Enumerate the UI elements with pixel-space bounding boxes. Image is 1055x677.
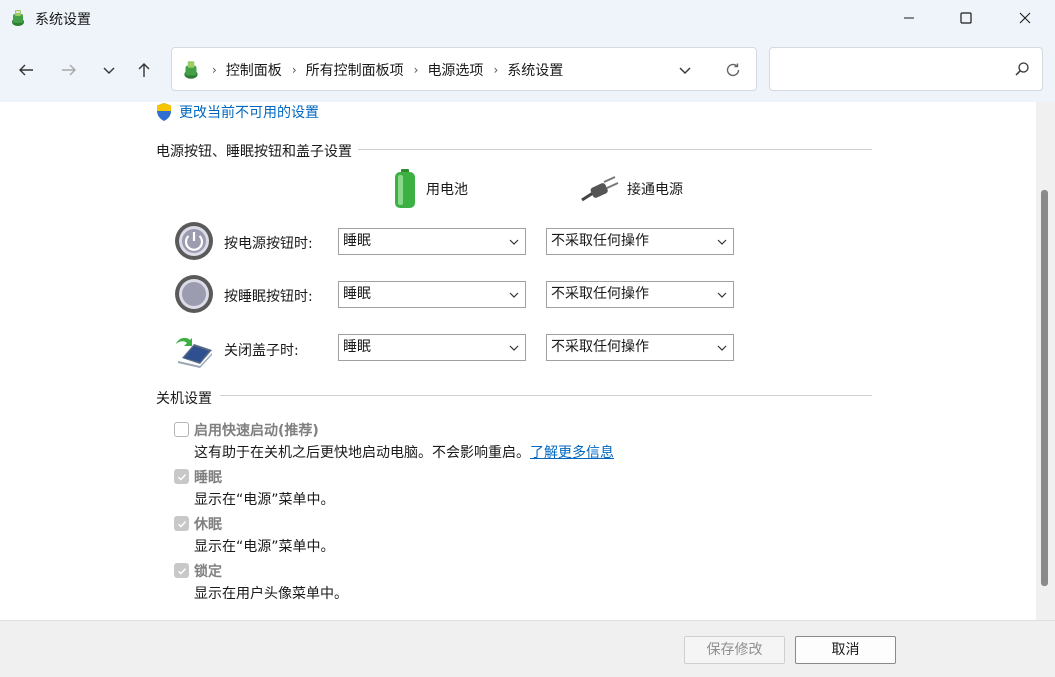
chevron-down-icon[interactable] [676,61,694,79]
breadcrumb-item[interactable]: 所有控制面板项 [306,60,404,80]
chevron-right-icon[interactable]: › [292,63,297,77]
forward-button[interactable] [57,58,81,82]
title-bar: 系统设置 [0,0,1055,36]
hibernate-checkbox[interactable] [174,516,189,531]
control-panel-icon [12,10,24,26]
plugged-in-label: 接通电源 [627,182,683,198]
fast-startup-label: 启用快速启动(推荐) [194,423,319,439]
arrow-left-icon [19,64,33,76]
select-value: 不采取任何操作 [551,339,649,355]
chevron-right-icon[interactable]: › [493,63,498,77]
chevron-down-icon [509,239,519,245]
minimize-button[interactable] [886,0,932,36]
section-divider [220,395,872,396]
change-unavailable-settings-label: 更改当前不可用的设置 [179,105,319,121]
select-value: 睡眠 [343,233,371,249]
maximize-button[interactable] [943,0,989,36]
save-changes-button[interactable]: 保存修改 [684,636,785,664]
sleep-button-plugged-select[interactable]: 不采取任何操作 [546,281,734,308]
dialog-footer: 保存修改 取消 [0,620,1055,677]
sleep-checkbox[interactable] [174,469,189,484]
lock-option-label: 锁定 [194,564,222,580]
settings-content: 更改当前不可用的设置 电源按钮、睡眠按钮和盖子设置 用电池 接通电源 按电源按钮… [0,102,1055,620]
laptop-lid-icon [176,337,212,368]
cancel-button[interactable]: 取消 [795,636,896,664]
lock-option-description: 显示在用户头像菜单中。 [194,586,348,602]
lid-close-battery-select[interactable]: 睡眠 [338,334,526,361]
plugged-in-column-header: 接通电源 [579,176,683,202]
uac-shield-icon [157,103,171,121]
recent-locations-button[interactable] [97,58,121,82]
window-title: 系统设置 [35,12,91,28]
checkmark-icon [178,474,187,481]
select-value: 不采取任何操作 [551,286,649,302]
power-plug-icon [581,176,619,202]
section-divider [340,149,872,150]
power-section-title: 电源按钮、睡眠按钮和盖子设置 [156,141,358,161]
fast-startup-checkbox[interactable] [174,422,189,437]
chevron-down-icon [509,345,519,351]
scrollbar-thumb[interactable] [1041,190,1048,586]
close-button[interactable] [1002,0,1048,36]
change-unavailable-settings-link[interactable]: 更改当前不可用的设置 [155,102,319,122]
checkmark-icon [178,521,187,528]
sleep-option-description: 显示在“电源”菜单中。 [194,492,335,508]
arrow-up-icon [138,63,150,77]
battery-column-header: 用电池 [392,168,468,210]
address-bar[interactable]: › 控制面板 › 所有控制面板项 › 电源选项 › 系统设置 [171,47,757,91]
power-button-label: 按电源按钮时: [224,236,313,252]
sleep-button-icon [175,275,213,313]
breadcrumb-item[interactable]: 电源选项 [427,60,483,80]
checkmark-icon [178,568,187,575]
hibernate-option-label: 休眠 [194,517,222,533]
search-icon [1015,62,1029,76]
chevron-right-icon: › [212,63,217,77]
chevron-down-icon [509,292,519,298]
breadcrumb: › 控制面板 › 所有控制面板项 › 电源选项 › 系统设置 [208,60,563,80]
refresh-icon[interactable] [723,60,743,80]
lid-close-label: 关闭盖子时: [224,343,299,359]
close-icon [1019,12,1031,24]
chevron-down-icon [717,292,727,298]
breadcrumb-item[interactable]: 系统设置 [507,60,563,80]
search-input[interactable] [769,47,1043,91]
select-value: 睡眠 [343,339,371,355]
lid-close-plugged-select[interactable]: 不采取任何操作 [546,334,734,361]
maximize-icon [960,12,972,24]
back-button[interactable] [14,58,38,82]
sleep-button-label: 按睡眠按钮时: [224,289,313,305]
shutdown-section-title: 关机设置 [156,388,218,408]
vertical-scrollbar[interactable] [1036,102,1055,620]
fast-startup-desc-text: 这有助于在关机之后更快地启动电脑。不会影响重启。 [194,445,530,461]
control-panel-icon [184,61,198,79]
learn-more-link[interactable]: 了解更多信息 [530,445,614,461]
fast-startup-description: 这有助于在关机之后更快地启动电脑。不会影响重启。了解更多信息 [194,442,614,462]
chevron-down-icon [717,345,727,351]
power-button-battery-select[interactable]: 睡眠 [338,228,526,255]
chevron-down-icon [717,239,727,245]
navigation-bar: › 控制面板 › 所有控制面板项 › 电源选项 › 系统设置 [0,36,1055,102]
hibernate-option-description: 显示在“电源”菜单中。 [194,539,335,555]
battery-label: 用电池 [426,182,468,198]
battery-icon [395,169,415,208]
sleep-button-battery-select[interactable]: 睡眠 [338,281,526,308]
select-value: 睡眠 [343,286,371,302]
power-button-icon [175,222,213,260]
lock-checkbox[interactable] [174,563,189,578]
minimize-icon [904,17,914,19]
select-value: 不采取任何操作 [551,233,649,249]
power-button-plugged-select[interactable]: 不采取任何操作 [546,228,734,255]
sleep-option-label: 睡眠 [194,470,222,486]
up-button[interactable] [132,58,156,82]
chevron-down-icon [103,67,115,74]
breadcrumb-item[interactable]: 控制面板 [226,60,282,80]
arrow-right-icon [62,64,76,76]
chevron-right-icon[interactable]: › [414,63,419,77]
